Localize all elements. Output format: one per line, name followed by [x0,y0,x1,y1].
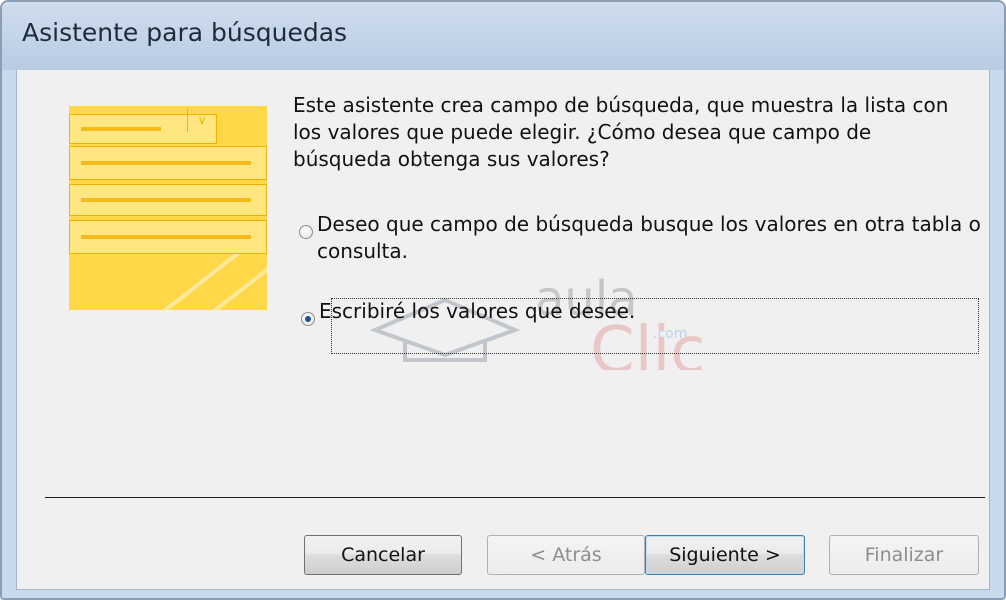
next-button[interactable]: Siguiente > [645,535,805,575]
wizard-window: Asistente para búsquedas ∨ Este asistent… [0,0,1006,600]
finish-button[interactable]: Finalizar [829,535,979,575]
dialog-content: ∨ Este asistente crea campo de búsqueda,… [16,70,990,590]
option-other-table-line1: Deseo que campo de búsqueda busque los v… [317,212,981,236]
option-type-values-label: Escribiré los valores que desee. [319,299,636,323]
option-other-table-line2: consulta. [317,239,409,263]
title-bar[interactable]: Asistente para búsquedas [2,2,1004,71]
back-button[interactable]: < Atrás [487,535,645,575]
button-separator [45,497,985,498]
intro-text: Este asistente crea campo de búsqueda, q… [293,93,949,171]
window-frame: ∨ Este asistente crea campo de búsqueda,… [2,70,1004,598]
window-title: Asistente para búsquedas [22,18,348,47]
radio-type-values[interactable] [301,312,315,326]
cancel-button[interactable]: Cancelar [304,535,462,575]
wizard-illustration: ∨ [69,106,267,310]
chevron-down-icon: ∨ [187,108,216,132]
radio-other-table[interactable] [299,225,313,239]
